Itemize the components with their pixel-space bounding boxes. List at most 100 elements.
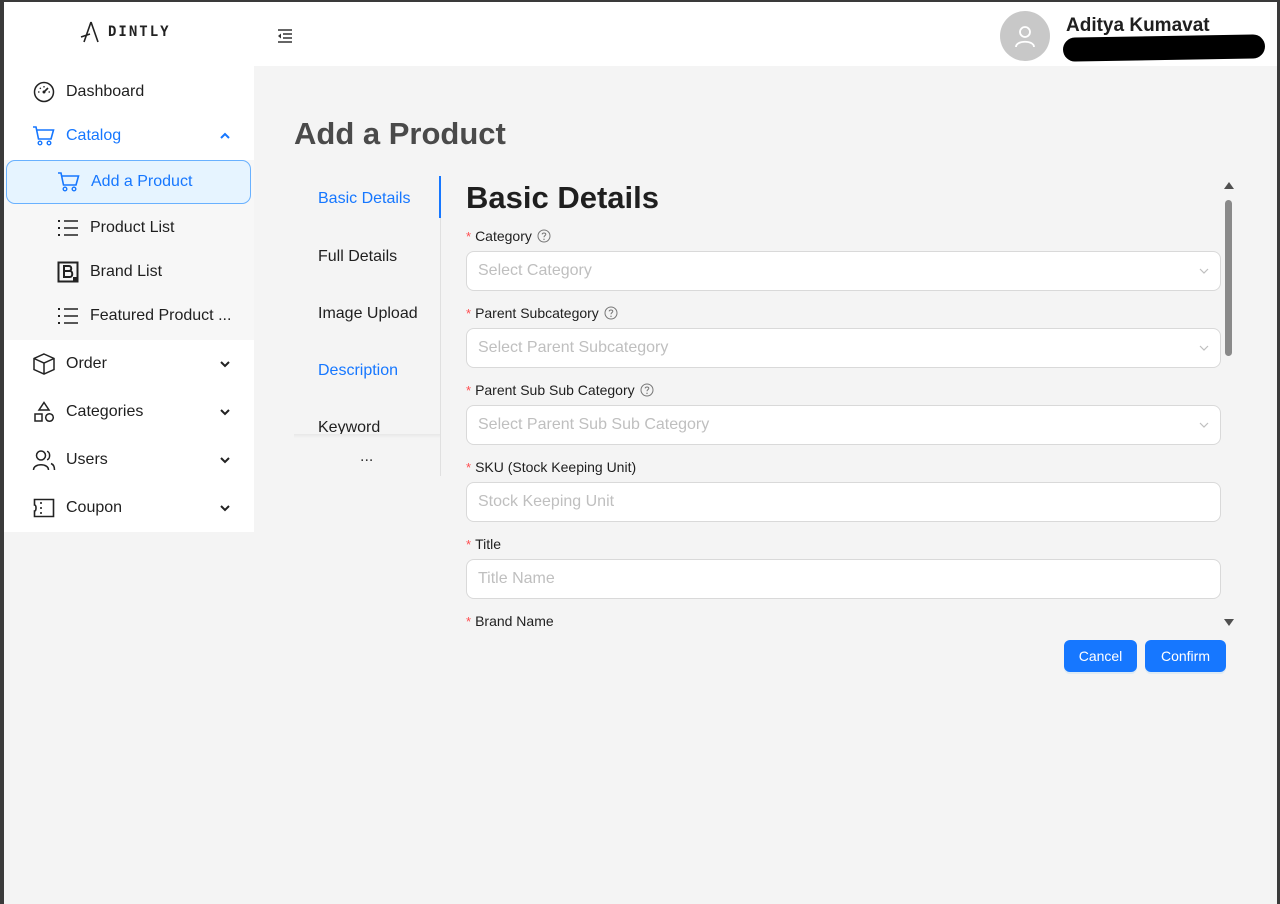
category-label: * Category <box>466 228 551 244</box>
sidebar-item-coupon[interactable]: Coupon <box>4 486 254 530</box>
parent-sub-sub-category-label: * Parent Sub Sub Category <box>466 382 654 398</box>
tabs-more-button[interactable]: ... <box>360 448 373 466</box>
scroll-down-arrow-icon[interactable] <box>1224 619 1234 626</box>
required-mark: * <box>466 536 472 552</box>
select-placeholder: Select Parent Sub Sub Category <box>478 416 710 433</box>
section-title: Basic Details <box>466 180 659 215</box>
tab-image-upload[interactable]: Image Upload <box>318 305 418 323</box>
field-label-text: Parent Subcategory <box>475 305 599 321</box>
vertical-tabs: Basic Details Full Details Image Upload … <box>294 176 442 476</box>
sidebar-item-order[interactable]: Order <box>4 342 254 386</box>
logo-mark-icon <box>80 21 99 43</box>
parent-subcategory-select[interactable]: Select Parent Subcategory <box>466 328 1221 368</box>
users-icon <box>32 448 56 472</box>
tabs-overflow-shadow <box>294 434 440 438</box>
brand-icon <box>56 260 80 284</box>
page-title: Add a Product <box>294 116 506 151</box>
cancel-button[interactable]: Cancel <box>1064 640 1137 672</box>
sidebar-item-label: Add a Product <box>91 173 193 190</box>
scroll-up-arrow-icon[interactable] <box>1224 182 1234 189</box>
required-mark: * <box>466 459 472 475</box>
sidebar: Dashboard Catalog Add a Product Product … <box>4 66 254 532</box>
tab-description[interactable]: Description <box>318 362 398 380</box>
sku-input[interactable]: Stock Keeping Unit <box>466 482 1221 522</box>
top-bar: DINTLY Aditya Kumavat <box>4 2 1277 66</box>
sidebar-item-label: Brand List <box>90 263 163 280</box>
cart-icon <box>32 124 56 148</box>
help-icon[interactable] <box>604 306 618 320</box>
sidebar-item-label: Order <box>66 355 107 372</box>
coupon-icon <box>32 496 56 520</box>
chevron-down-icon <box>220 457 230 464</box>
required-mark: * <box>466 382 472 398</box>
sidebar-item-label: Product List <box>90 219 175 236</box>
field-label-text: Parent Sub Sub Category <box>475 382 635 398</box>
tab-divider <box>440 176 441 476</box>
sidebar-item-label: Categories <box>66 403 144 420</box>
field-label-text: SKU (Stock Keeping Unit) <box>475 459 637 475</box>
required-mark: * <box>466 613 472 629</box>
sidebar-item-label: Users <box>66 451 108 468</box>
scrollbar-thumb[interactable] <box>1225 200 1232 356</box>
sku-label: * SKU (Stock Keeping Unit) <box>466 459 636 475</box>
list-icon <box>56 304 80 328</box>
field-label-text: Brand Name <box>475 613 554 628</box>
logo[interactable]: DINTLY <box>78 20 171 44</box>
sidebar-item-label: Coupon <box>66 499 123 516</box>
required-mark: * <box>466 305 472 321</box>
redacted-email <box>1062 34 1266 62</box>
shapes-icon <box>32 400 56 424</box>
sidebar-item-add-product[interactable]: Add a Product <box>6 160 251 204</box>
sidebar-item-users[interactable]: Users <box>4 438 254 482</box>
list-icon <box>56 216 80 240</box>
basic-details-form: Basic Details * Category Select Category… <box>466 176 1222 628</box>
field-label-text: Category <box>475 228 532 244</box>
chevron-down-icon <box>220 409 230 416</box>
parent-subcategory-label: * Parent Subcategory <box>466 305 618 321</box>
tab-basic-details[interactable]: Basic Details <box>318 190 410 208</box>
sidebar-item-label: Catalog <box>66 127 122 144</box>
sidebar-item-product-list[interactable]: Product List <box>4 206 254 250</box>
chevron-down-icon <box>1199 422 1209 428</box>
help-icon[interactable] <box>537 229 551 243</box>
title-input[interactable]: Title Name <box>466 559 1221 599</box>
catalog-submenu: Add a Product Product List Brand List Fe… <box>4 160 254 340</box>
avatar[interactable] <box>1000 11 1050 61</box>
chevron-down-icon <box>1199 345 1209 351</box>
confirm-button[interactable]: Confirm <box>1145 640 1226 672</box>
chevron-up-icon <box>220 132 230 139</box>
input-placeholder: Title Name <box>478 570 555 587</box>
dashboard-icon <box>32 80 56 104</box>
form-scrollbar[interactable] <box>1223 180 1235 628</box>
sidebar-item-label: Dashboard <box>66 83 145 100</box>
brand-name-label: * Brand Name <box>466 613 554 628</box>
input-placeholder: Stock Keeping Unit <box>478 493 615 510</box>
required-mark: * <box>466 228 472 244</box>
parent-sub-sub-category-select[interactable]: Select Parent Sub Sub Category <box>466 405 1221 445</box>
category-select[interactable]: Select Category <box>466 251 1221 291</box>
tab-full-details[interactable]: Full Details <box>318 248 397 266</box>
help-icon[interactable] <box>640 383 654 397</box>
cart-icon <box>57 170 81 194</box>
menu-collapse-button[interactable] <box>276 27 296 47</box>
user-name[interactable]: Aditya Kumavat <box>1066 15 1210 37</box>
title-label: * Title <box>466 536 501 552</box>
box-icon <box>32 352 56 376</box>
sidebar-item-label: Featured Product ... <box>90 307 232 324</box>
select-placeholder: Select Category <box>478 262 592 279</box>
user-avatar-icon <box>1015 26 1035 48</box>
sidebar-item-categories[interactable]: Categories <box>4 390 254 434</box>
chevron-down-icon <box>1199 268 1209 274</box>
sidebar-item-featured-products[interactable]: Featured Product ... <box>4 294 254 338</box>
chevron-down-icon <box>220 361 230 368</box>
logo-text: DINTLY <box>108 24 171 40</box>
sidebar-item-brand-list[interactable]: Brand List <box>4 250 254 294</box>
field-label-text: Title <box>475 536 501 552</box>
app-window: DINTLY Aditya Kumavat Dashboard Catalog … <box>4 2 1277 904</box>
chevron-down-icon <box>220 505 230 512</box>
menu-fold-icon <box>278 29 292 43</box>
sidebar-item-dashboard[interactable]: Dashboard <box>4 70 254 114</box>
tab-active-indicator <box>439 176 441 218</box>
sidebar-item-catalog[interactable]: Catalog <box>4 114 254 158</box>
select-placeholder: Select Parent Subcategory <box>478 339 669 356</box>
